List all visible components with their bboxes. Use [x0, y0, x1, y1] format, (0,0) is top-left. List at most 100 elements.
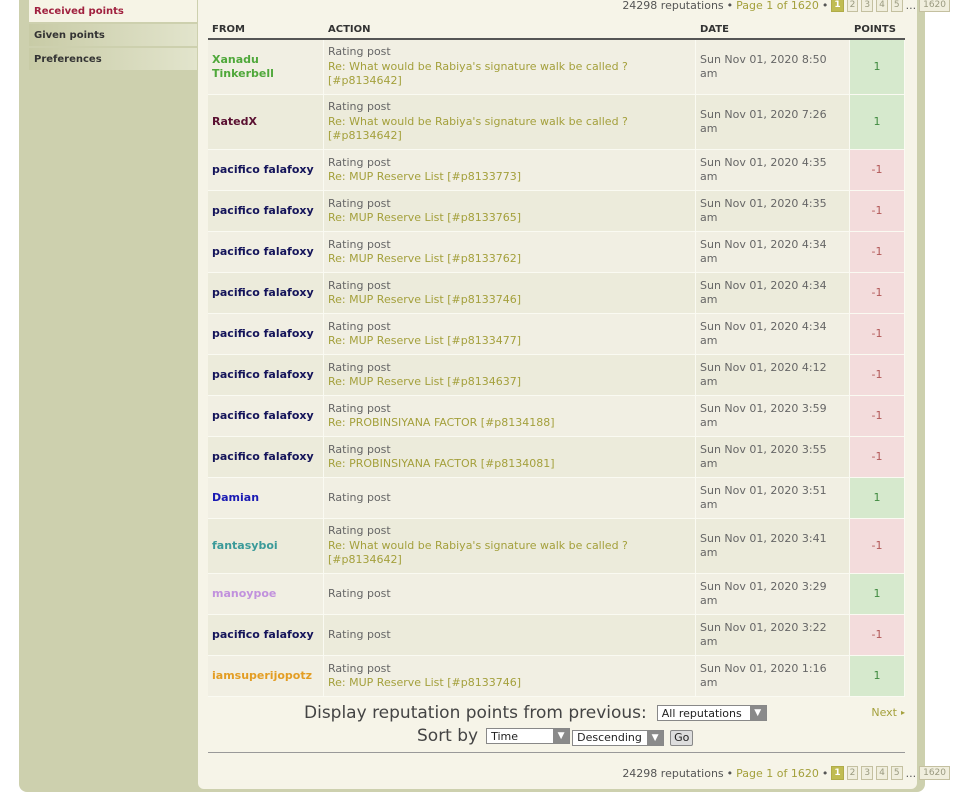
points-cell: -1 [850, 232, 905, 273]
page-5-button[interactable]: 5 [890, 766, 903, 780]
table-row: pacifico falafoxy Rating post Re: PROBINS… [208, 437, 905, 478]
from-user[interactable]: iamsuperijopotz [208, 656, 324, 697]
page-indicator[interactable]: Page 1 of 1620 [736, 767, 819, 780]
sort-direction-select[interactable]: Descending ▼ [572, 729, 665, 746]
post-link[interactable]: Re: MUP Reserve List [#p8133773] [328, 170, 691, 185]
table-row: pacifico falafoxy Rating post Sun Nov 01… [208, 615, 905, 656]
action-cell: Rating post Re: MUP Reserve List [#p81337… [324, 232, 696, 273]
action-cell: Rating post [324, 478, 696, 519]
from-user[interactable]: RatedX [208, 95, 324, 150]
sidebar-item-received-points[interactable]: Received points [29, 0, 197, 22]
reputation-count: 24298 reputations [622, 0, 724, 12]
action-type: Rating post [328, 661, 391, 675]
date-cell: Sun Nov 01, 2020 3:55 am [696, 437, 850, 478]
time-range-select[interactable]: All reputations ▼ [656, 705, 767, 721]
reputation-count: 24298 reputations [622, 766, 724, 780]
from-user[interactable]: Damian [208, 478, 324, 519]
points-cell: 1 [850, 95, 905, 150]
from-user[interactable]: pacifico falafoxy [208, 355, 324, 396]
from-user[interactable]: pacifico falafoxy [208, 150, 324, 191]
points-cell: -1 [850, 273, 905, 314]
page-5-button[interactable]: 5 [890, 0, 903, 12]
bullet: • [726, 766, 734, 780]
date-cell: Sun Nov 01, 2020 3:41 am [696, 519, 850, 574]
sidebar-item-label: Given points [34, 29, 105, 41]
column-header-date: DATE [696, 20, 850, 40]
post-link[interactable]: Re: MUP Reserve List [#p8134637] [328, 375, 691, 390]
from-user[interactable]: pacifico falafoxy [208, 314, 324, 355]
last-page-button[interactable]: 1620 [919, 0, 950, 12]
sidebar-item-preferences[interactable]: Preferences [29, 48, 197, 70]
from-user[interactable]: pacifico falafoxy [208, 615, 324, 656]
post-link[interactable]: Re: MUP Reserve List [#p8133762] [328, 252, 691, 267]
date-cell: Sun Nov 01, 2020 4:34 am [696, 232, 850, 273]
bullet: • [821, 0, 829, 12]
page-3-button[interactable]: 3 [861, 766, 874, 780]
post-link[interactable]: Re: MUP Reserve List [#p8133746] [328, 293, 691, 308]
from-user[interactable]: fantasyboi [208, 519, 324, 574]
table-row: fantasyboi Rating post Re: What would be … [208, 519, 905, 574]
from-user[interactable]: pacifico falafoxy [208, 273, 324, 314]
date-cell: Sun Nov 01, 2020 4:34 am [696, 314, 850, 355]
action-cell: Rating post Re: MUP Reserve List [#p81334… [324, 314, 696, 355]
action-type: Rating post [328, 586, 391, 600]
sort-row: Sort by Time ▼ Descending ▼ Go [417, 726, 694, 746]
from-user[interactable]: pacifico falafoxy [208, 191, 324, 232]
post-link[interactable]: Re: PROBINSIYANA FACTOR [#p8134081] [328, 457, 691, 472]
table-row: pacifico falafoxy Rating post Re: PROBINS… [208, 396, 905, 437]
page-2-button[interactable]: 2 [846, 766, 859, 780]
post-link[interactable]: Re: What would be Rabiya's signature wal… [328, 60, 691, 89]
post-link[interactable]: Re: What would be Rabiya's signature wal… [328, 539, 691, 568]
sidebar-item-label: Preferences [34, 53, 102, 65]
action-cell: Rating post [324, 574, 696, 615]
from-user[interactable]: pacifico falafoxy [208, 396, 324, 437]
table-row: iamsuperijopotz Rating post Re: MUP Reser… [208, 656, 905, 697]
table-row: pacifico falafoxy Rating post Re: MUP Res… [208, 273, 905, 314]
date-cell: Sun Nov 01, 2020 3:29 am [696, 574, 850, 615]
from-user[interactable]: manoypoe [208, 574, 324, 615]
points-cell: -1 [850, 615, 905, 656]
action-cell: Rating post Re: What would be Rabiya's si… [324, 40, 696, 95]
go-button[interactable]: Go [670, 729, 694, 746]
page-2-button[interactable]: 2 [846, 0, 859, 12]
chevron-right-icon: ▸ [900, 708, 905, 717]
next-label: Next [871, 706, 897, 719]
post-link[interactable]: Re: MUP Reserve List [#p8133765] [328, 211, 691, 226]
bullet: • [821, 766, 829, 780]
points-cell: -1 [850, 191, 905, 232]
post-link[interactable]: Re: MUP Reserve List [#p8133477] [328, 334, 691, 349]
page-1-button[interactable]: 1 [831, 766, 844, 780]
page-4-button[interactable]: 4 [876, 0, 888, 12]
filter-form: Display reputation points from previous:… [208, 700, 905, 753]
action-cell: Rating post Re: What would be Rabiya's si… [324, 519, 696, 574]
post-link[interactable]: Re: What would be Rabiya's signature wal… [328, 115, 691, 144]
post-link[interactable]: Re: PROBINSIYANA FACTOR [#p8134188] [328, 416, 691, 431]
page-3-button[interactable]: 3 [861, 0, 874, 12]
chevron-down-icon: ▼ [553, 729, 570, 743]
points-cell: -1 [850, 314, 905, 355]
action-type: Rating post [328, 155, 391, 169]
from-user[interactable]: Xanadu Tinkerbell [208, 40, 324, 95]
post-link[interactable]: Re: MUP Reserve List [#p8133746] [328, 676, 691, 691]
page-indicator[interactable]: Page 1 of 1620 [736, 0, 819, 12]
sort-direction-value: Descending [577, 731, 642, 744]
sidebar-item-given-points[interactable]: Given points [29, 24, 197, 46]
date-cell: Sun Nov 01, 2020 4:12 am [696, 355, 850, 396]
page-1-button[interactable]: 1 [831, 0, 844, 12]
table-row: pacifico falafoxy Rating post Re: MUP Res… [208, 150, 905, 191]
action-type: Rating post [328, 401, 391, 415]
page-ellipsis: ... [905, 766, 917, 780]
date-cell: Sun Nov 01, 2020 4:34 am [696, 273, 850, 314]
display-row: Display reputation points from previous:… [304, 703, 767, 723]
sort-key-select[interactable]: Time ▼ [486, 728, 571, 744]
from-user[interactable]: pacifico falafoxy [208, 232, 324, 273]
page-4-button[interactable]: 4 [876, 766, 888, 780]
time-range-value: All reputations [661, 706, 742, 720]
last-page-button[interactable]: 1620 [919, 766, 950, 780]
points-cell: 1 [850, 574, 905, 615]
from-user[interactable]: pacifico falafoxy [208, 437, 324, 478]
action-type: Rating post [328, 490, 391, 504]
display-label: Display reputation points from previous: [304, 703, 647, 723]
next-link[interactable]: Next ▸ [871, 706, 905, 719]
date-cell: Sun Nov 01, 2020 4:35 am [696, 150, 850, 191]
